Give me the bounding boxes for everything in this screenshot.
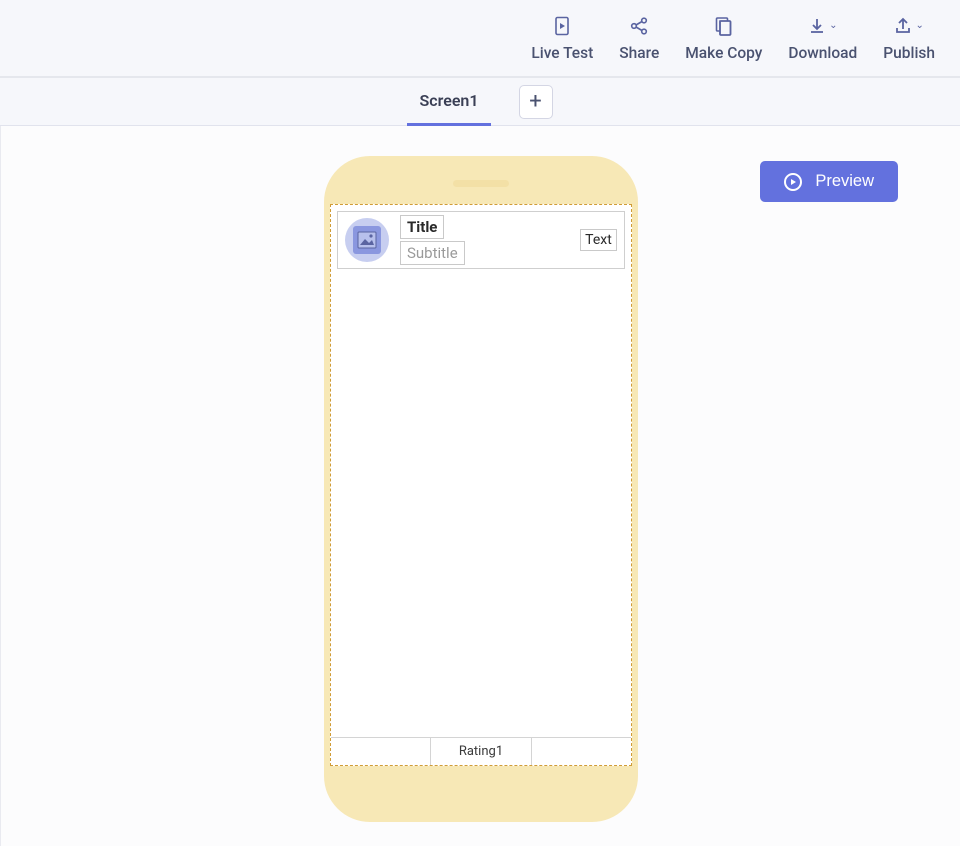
list-item-subtitle-field[interactable]: Subtitle [400,241,465,265]
share-icon [629,15,649,37]
share-button[interactable]: Share [619,15,659,62]
top-toolbar: Live Test Share Make Copy [0,0,960,78]
tab-screen1[interactable]: Screen1 [407,78,490,126]
list-item-component[interactable]: Title Subtitle Text [337,211,625,269]
add-screen-button[interactable]: + [519,85,553,119]
chevron-down-icon: ⌄ [915,20,923,31]
bottom-nav-slot-3[interactable] [532,738,631,765]
chevron-down-icon: ⌄ [829,20,837,31]
share-label: Share [619,44,659,62]
live-test-button[interactable]: Live Test [531,15,593,62]
publish-button[interactable]: ⌄ Publish [883,15,935,62]
list-item-title-field[interactable]: Title [400,215,444,239]
screen-tabs-bar: Screen1 + [0,78,960,126]
device-frame: Title Subtitle Text Rating1 [324,156,638,822]
live-test-label: Live Test [531,44,593,62]
list-item-right-slot: Text [576,212,624,268]
plus-icon: + [529,89,541,114]
designer-canvas: Preview T [0,126,960,846]
preview-button[interactable]: Preview [760,161,898,202]
phone-play-icon [553,15,571,37]
copy-icon [714,15,733,37]
bottom-tab-navigator[interactable]: Rating1 [331,737,631,765]
make-copy-button[interactable]: Make Copy [685,15,762,62]
download-button[interactable]: ⌄ Download [788,15,857,62]
upload-icon: ⌄ [894,15,923,37]
download-label: Download [788,44,857,62]
bottom-nav-slot-2[interactable]: Rating1 [431,738,531,765]
bottom-nav-slot-1[interactable] [331,738,431,765]
play-icon [784,173,802,191]
list-item-image-slot[interactable] [338,212,396,268]
preview-label: Preview [815,172,874,191]
bottom-nav-label: Rating1 [459,744,503,759]
make-copy-label: Make Copy [685,44,762,62]
download-icon: ⌄ [808,15,837,37]
device-speaker [453,180,509,187]
image-placeholder-icon [353,226,381,254]
list-item-text-slot: Title Subtitle [396,212,576,268]
device-screen[interactable]: Title Subtitle Text Rating1 [330,204,632,766]
publish-label: Publish [883,44,935,62]
list-item-text-field[interactable]: Text [580,229,617,251]
